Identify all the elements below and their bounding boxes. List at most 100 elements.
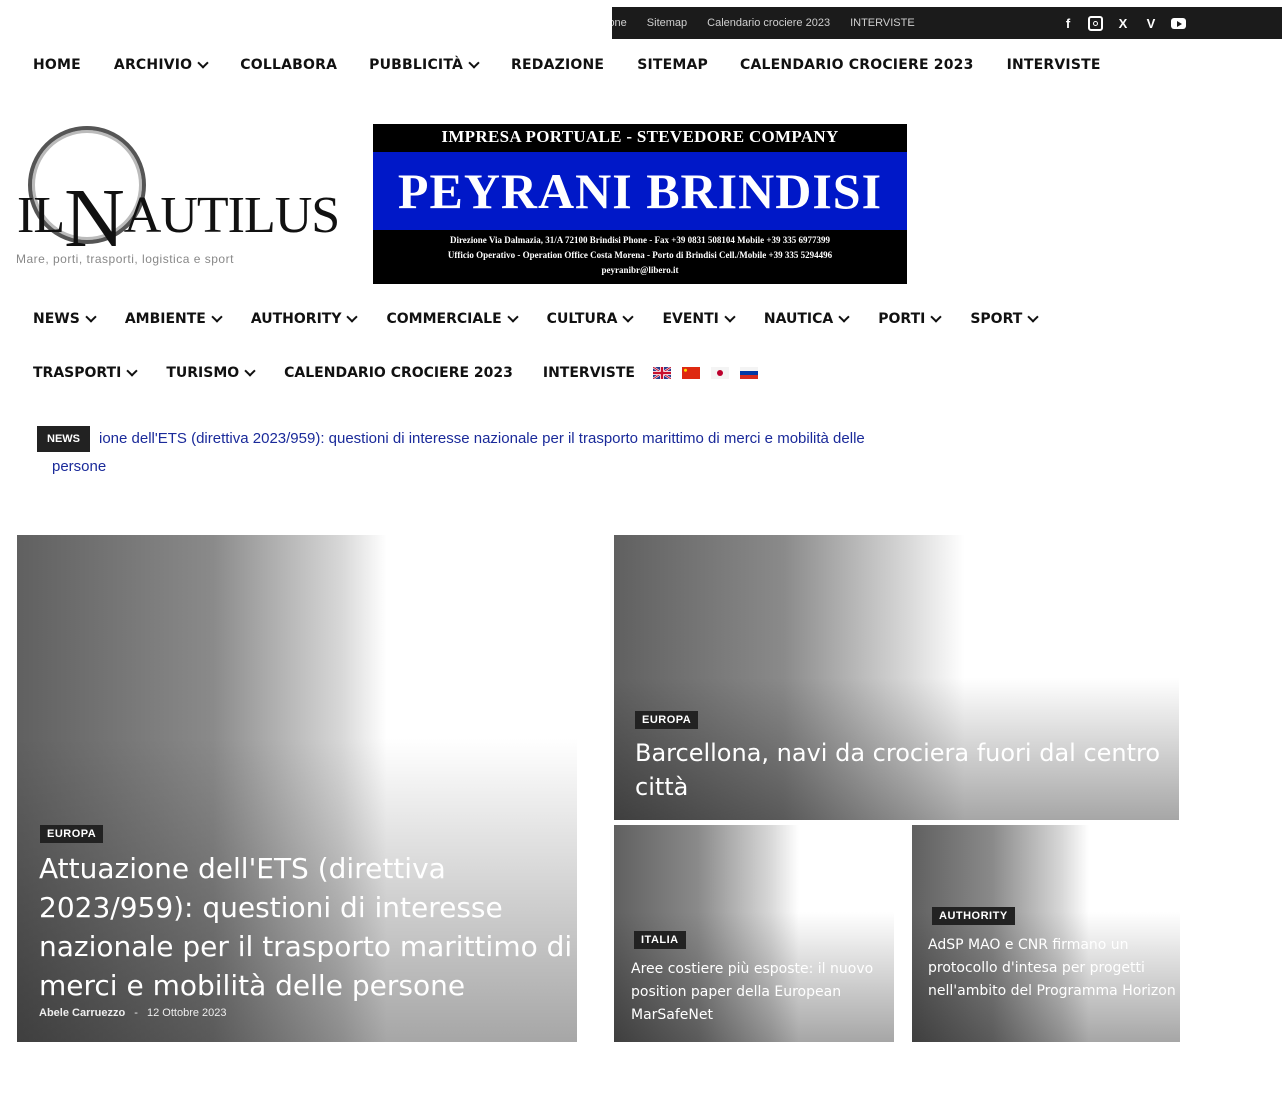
chevron-down-icon — [197, 57, 209, 69]
nav-label: PORTI — [878, 311, 926, 327]
article-title[interactable]: AdSP MAO e CNR firmano un protocollo d'i… — [928, 934, 1178, 1003]
featured-article-bottom-left[interactable]: ITALIA Aree costiere più esposte: il nuo… — [614, 825, 894, 1042]
nav-label: NEWS — [33, 311, 80, 327]
site-logo[interactable]: ILNAUTILUS Mare, porti, trasporti, logis… — [15, 120, 340, 266]
nav-interviste-main[interactable]: INTERVISTE — [543, 365, 635, 381]
nav-label: PUBBLICITÀ — [369, 57, 464, 73]
banner-line4: Ufficio Operativo - Operation Office Cos… — [447, 250, 833, 260]
nav-trasporti[interactable]: TRASPORTI — [33, 365, 138, 381]
article-title[interactable]: Barcellona, navi da crociera fuori dal c… — [635, 736, 1175, 804]
language-flags — [652, 365, 758, 381]
nav-sitemap[interactable]: SITEMAP — [637, 57, 708, 73]
meta-separator: - — [134, 1007, 138, 1019]
english-flag-icon[interactable] — [652, 367, 671, 379]
youtube-icon[interactable] — [1171, 17, 1186, 29]
japanese-flag-icon[interactable] — [710, 367, 729, 379]
nav-label: EVENTI — [662, 311, 719, 327]
nav-label: CALENDARIO CROCIERE 2023 — [740, 57, 974, 73]
ad-banner[interactable]: IMPRESA PORTUALE - STEVEDORE COMPANY PEY… — [373, 124, 907, 284]
nav-label: COLLABORA — [240, 57, 338, 73]
category-tag[interactable]: AUTHORITY — [932, 907, 1015, 925]
russian-flag-icon[interactable] — [739, 367, 758, 379]
nav-ambiente[interactable]: AMBIENTE — [124, 311, 223, 327]
nav-porti[interactable]: PORTI — [878, 311, 942, 327]
nav-nautica[interactable]: NAUTICA — [763, 311, 850, 327]
instagram-icon[interactable] — [1088, 15, 1103, 31]
x-icon[interactable]: X — [1115, 15, 1131, 31]
topbar-link-sitemap[interactable]: Sitemap — [647, 17, 687, 29]
chevron-down-icon — [126, 365, 138, 377]
featured-article-top-right[interactable]: EUROPA Barcellona, navi da crociera fuor… — [614, 535, 1179, 820]
nav-label: COMMERCIALE — [386, 311, 502, 327]
nav-interviste[interactable]: INTERVISTE — [1007, 57, 1101, 73]
category-tag[interactable]: EUROPA — [635, 711, 699, 729]
nav-label: SPORT — [970, 311, 1023, 327]
nav-redazione[interactable]: REDAZIONE — [511, 57, 604, 73]
chevron-down-icon — [838, 311, 850, 323]
nav-sport[interactable]: SPORT — [970, 311, 1039, 327]
chevron-down-icon — [211, 311, 223, 323]
nav-label: NAUTICA — [763, 311, 834, 327]
nav-label: AUTHORITY — [250, 311, 342, 327]
chinese-flag-icon[interactable] — [681, 367, 700, 379]
banner-line1: IMPRESA PORTUALE - STEVEDORE COMPANY — [441, 127, 839, 146]
featured-article-main[interactable]: EUROPA Attuazione dell'ETS (direttiva 20… — [17, 535, 577, 1042]
featured-article-bottom-right[interactable]: AUTHORITY AdSP MAO e CNR firmano un prot… — [912, 825, 1180, 1042]
nav-label: SITEMAP — [637, 57, 709, 73]
article-title[interactable]: Attuazione dell'ETS (direttiva 2023/959)… — [39, 849, 577, 1005]
nav-cultura[interactable]: CULTURA — [547, 311, 635, 327]
article-date: 12 Ottobre 2023 — [147, 1007, 227, 1019]
nav-calendario[interactable]: CALENDARIO CROCIERE 2023 — [740, 57, 974, 73]
nav-news[interactable]: NEWS — [33, 311, 97, 327]
nav-label: INTERVISTE — [1006, 57, 1101, 73]
chevron-down-icon — [468, 57, 480, 69]
topbar-link-calendario[interactable]: Calendario crociere 2023 — [707, 17, 830, 29]
topbar-link-interviste[interactable]: INTERVISTE — [850, 17, 915, 29]
logo-rest: AUTILUS — [123, 187, 340, 244]
chevron-down-icon — [507, 311, 519, 323]
nav-label: TRASPORTI — [33, 365, 122, 381]
logo-text: ILNAUTILUS — [17, 156, 340, 265]
chevron-down-icon — [930, 311, 942, 323]
nav-pubblicita[interactable]: PUBBLICITÀ — [369, 57, 480, 73]
chevron-down-icon — [622, 311, 635, 323]
vimeo-icon[interactable]: V — [1143, 15, 1159, 31]
nav-label: INTERVISTE — [542, 365, 635, 381]
nav-home[interactable]: HOME — [33, 57, 81, 73]
nav-label: REDAZIONE — [511, 57, 605, 73]
chevron-down-icon — [244, 365, 256, 377]
banner-line5: peyranibr@libero.it — [601, 265, 679, 275]
article-title[interactable]: Aree costiere più esposte: il nuovo posi… — [631, 958, 881, 1027]
nav-label: HOME — [33, 57, 81, 73]
ticker-headline-cont[interactable]: persone — [52, 453, 106, 481]
topbar-link[interactable]: ione — [612, 17, 627, 29]
article-author[interactable]: Abele Carruezzo — [39, 1007, 125, 1019]
ticker-headline[interactable]: ione dell'ETS (direttiva 2023/959): ques… — [99, 425, 865, 453]
social-links: f X V — [1060, 7, 1186, 39]
article-meta: Abele Carruezzo - 12 Ottobre 2023 — [39, 1007, 227, 1019]
nav-label: TURISMO — [166, 365, 240, 381]
banner-headline: PEYRANI BRINDISI — [373, 152, 907, 230]
banner-line3: Direzione Via Dalmazia, 31/A 72100 Brind… — [449, 235, 831, 245]
nav-collabora[interactable]: COLLABORA — [240, 57, 337, 73]
ticker-label: NEWS — [37, 426, 90, 452]
chevron-down-icon — [724, 311, 736, 323]
nav-authority[interactable]: AUTHORITY — [250, 311, 359, 327]
nav-commerciale[interactable]: COMMERCIALE — [386, 311, 519, 327]
nav-turismo[interactable]: TURISMO — [166, 365, 256, 381]
top-bar: ione Sitemap Calendario crociere 2023 IN… — [612, 7, 1282, 39]
site-tagline: Mare, porti, trasporti, logistica e spor… — [16, 252, 234, 266]
nav-eventi[interactable]: EVENTI — [662, 311, 736, 327]
category-tag[interactable]: ITALIA — [634, 931, 686, 949]
nav-calendario-crociere[interactable]: CALENDARIO CROCIERE 2023 — [284, 365, 513, 381]
logo-il: IL — [17, 187, 65, 244]
nav-archivio[interactable]: ARCHIVIO — [114, 57, 209, 73]
chevron-down-icon — [85, 311, 97, 323]
nav-label: CALENDARIO CROCIERE 2023 — [284, 365, 513, 381]
category-tag[interactable]: EUROPA — [40, 825, 104, 843]
chevron-down-icon — [346, 311, 359, 323]
facebook-icon[interactable]: f — [1060, 15, 1076, 31]
nav-label: AMBIENTE — [124, 311, 206, 327]
main-navigation-row1: NEWS AMBIENTE AUTHORITY COMMERCIALE CULT… — [33, 311, 1113, 327]
chevron-down-icon — [1027, 311, 1039, 323]
